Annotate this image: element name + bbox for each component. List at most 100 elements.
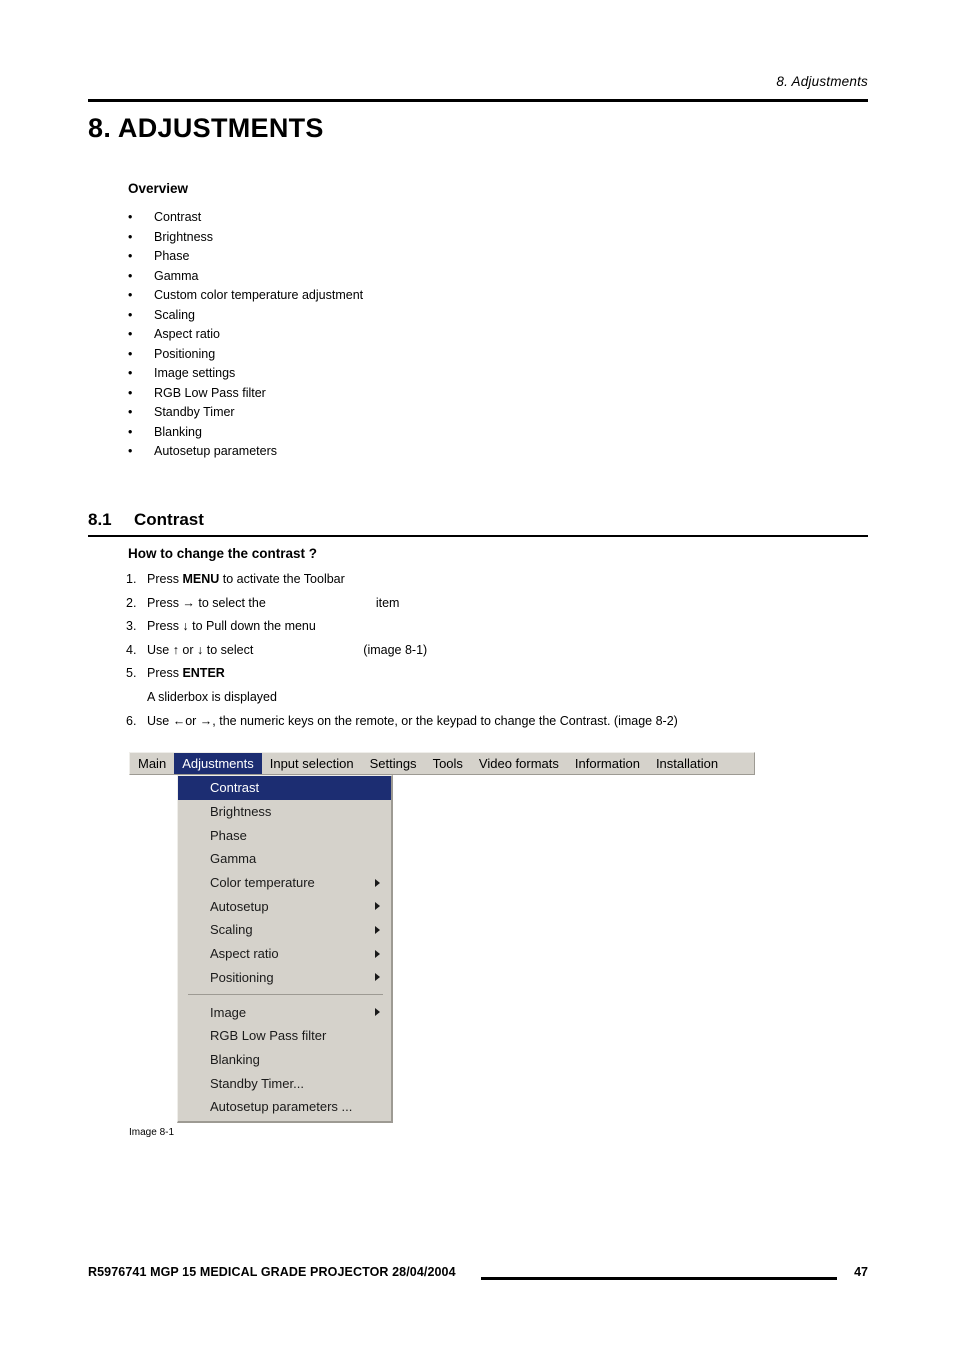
section-title: Contrast: [134, 510, 204, 529]
osd-menubar[interactable]: Main Adjustments Input selection Settings To…: [129, 752, 755, 775]
overview-list-item: • Scaling: [128, 308, 728, 328]
osd-menu-item-standby-timer[interactable]: Standby Timer...: [178, 1071, 391, 1095]
osd-menubar-item-video-formats[interactable]: Video formats: [471, 753, 567, 774]
step-text: Press ↓ to Pull down the menu: [147, 619, 316, 633]
submenu-arrow-icon: [375, 1008, 380, 1017]
overview-list-item: • RGB Low Pass filter: [128, 386, 728, 406]
procedure-step: 1. Press MENU to activate the Toolbar: [126, 572, 826, 596]
osd-menu-item-label: Scaling: [210, 922, 253, 938]
overview-list-item: • Standby Timer: [128, 405, 728, 425]
osd-screenshot-figure: Main Adjustments Input selection Settings To…: [129, 752, 755, 1123]
osd-menu-item-label: Standby Timer...: [210, 1075, 304, 1091]
osd-menu-separator: [188, 994, 383, 996]
overview-item-label: Aspect ratio: [154, 327, 221, 341]
overview-list-item: • Gamma: [128, 269, 728, 289]
overview-item-label: RGB Low Pass filter: [154, 385, 266, 400]
bullet-icon: •: [128, 229, 133, 244]
step-number: 4.: [126, 642, 137, 657]
overview-item-label: Blanking: [154, 424, 202, 439]
osd-adjustments-dropdown[interactable]: Contrast Brightness Phase Gamma Color temper…: [177, 775, 393, 1123]
osd-menu-item-label: Phase: [210, 827, 247, 843]
procedure-step: 4. Use ↑ or ↓ to select (image 8-1): [126, 643, 826, 667]
bullet-icon: •: [128, 327, 133, 341]
figure-caption: Image 8-1: [129, 1127, 175, 1138]
footer-doc-reference: R5976741 MGP 15 MEDICAL GRADE PROJECTOR …: [88, 1265, 456, 1279]
osd-menu-item-label: Aspect ratio: [210, 946, 279, 962]
bullet-icon: •: [128, 268, 133, 283]
submenu-arrow-icon: [375, 902, 380, 911]
step-text: Press ENTER: [147, 666, 225, 680]
osd-menu-item-label: RGB Low Pass filter: [210, 1028, 327, 1044]
overview-item-label: Autosetup parameters: [154, 444, 277, 458]
osd-menubar-item-installation[interactable]: Installation: [648, 753, 726, 774]
osd-menu-item-rgb-low-pass-filter[interactable]: RGB Low Pass filter: [178, 1024, 391, 1048]
overview-item-label: Standby Timer: [154, 405, 235, 419]
procedure-step-note: A sliderbox is displayed: [126, 690, 826, 714]
procedure-step: 5. Press ENTER: [126, 666, 826, 690]
step-text: Use ←or →, the numeric keys on the remot…: [147, 713, 678, 728]
osd-menu-item-blanking[interactable]: Blanking: [178, 1048, 391, 1072]
overview-item-label: Brightness: [154, 229, 214, 244]
osd-menu-item-positioning[interactable]: Positioning: [178, 966, 391, 990]
step-number: 3.: [126, 619, 137, 633]
bullet-icon: •: [128, 444, 133, 458]
overview-list-item: • Custom color temperature adjustment: [128, 288, 728, 308]
chapter-title: 8. ADJUSTMENTS: [88, 113, 324, 143]
overview-list: • Contrast • Brightness • Phase • Gamma • Custom …: [128, 210, 728, 464]
osd-menubar-item-adjustments[interactable]: Adjustments: [174, 753, 262, 774]
step-text: Press MENU to activate the Toolbar: [147, 572, 345, 586]
osd-menu-item-label: Brightness: [210, 804, 272, 820]
osd-menu-item-contrast[interactable]: Contrast: [178, 776, 391, 800]
bullet-icon: •: [128, 385, 133, 400]
osd-menubar-item-information[interactable]: Information: [567, 753, 648, 774]
step-text-suffix: (image 8-1): [363, 642, 428, 657]
overview-item-label: Positioning: [154, 346, 216, 361]
step-key-label: ENTER: [182, 666, 225, 680]
osd-menubar-item-main[interactable]: Main: [130, 753, 174, 774]
osd-menubar-item-input-selection[interactable]: Input selection: [262, 753, 362, 774]
osd-menu-item-brightness[interactable]: Brightness: [178, 800, 391, 824]
osd-menu-item-autosetup[interactable]: Autosetup: [178, 894, 391, 918]
overview-list-item: • Aspect ratio: [128, 327, 728, 347]
step-number: 2.: [126, 595, 137, 610]
osd-menu-item-autosetup-parameters[interactable]: Autosetup parameters ...: [178, 1095, 391, 1119]
osd-menu-item-phase[interactable]: Phase: [178, 823, 391, 847]
osd-menu-item-scaling[interactable]: Scaling: [178, 918, 391, 942]
osd-menu-item-gamma[interactable]: Gamma: [178, 847, 391, 871]
overview-item-label: Scaling: [154, 307, 195, 322]
osd-menu-item-label: Autosetup: [210, 898, 269, 914]
osd-menu-item-label: Positioning: [210, 969, 274, 985]
bullet-icon: •: [128, 249, 133, 263]
step-text-suffix: to activate the Toolbar: [219, 572, 345, 586]
footer-rule: [481, 1277, 837, 1280]
overview-list-item: • Blanking: [128, 425, 728, 445]
bullet-icon: •: [128, 424, 133, 439]
overview-list-item: • Contrast: [128, 210, 728, 230]
osd-menu-item-image[interactable]: Image: [178, 1000, 391, 1024]
step-text: Use ↑ or ↓ to select (image 8-1): [147, 643, 427, 657]
osd-menubar-item-tools[interactable]: Tools: [425, 753, 471, 774]
step-text-prefix: Press ↓ to Pull down the menu: [147, 619, 316, 633]
submenu-arrow-icon: [375, 973, 380, 982]
overview-list-item: • Positioning: [128, 347, 728, 367]
osd-menubar-item-settings[interactable]: Settings: [362, 753, 425, 774]
bullet-icon: •: [128, 288, 133, 302]
step-text-prefix: Press → to select the: [147, 595, 266, 610]
submenu-arrow-icon: [375, 949, 380, 958]
osd-menu-item-label: Image: [210, 1004, 247, 1020]
osd-menu-item-color-temperature[interactable]: Color temperature: [178, 871, 391, 895]
overview-list-item: • Autosetup parameters: [128, 444, 728, 464]
submenu-arrow-icon: [375, 925, 380, 934]
procedure-step: 3. Press ↓ to Pull down the menu: [126, 619, 826, 643]
overview-item-label: Custom color temperature adjustment: [154, 288, 364, 302]
section-rule: [88, 535, 868, 537]
overview-list-item: • Image settings: [128, 366, 728, 386]
osd-menu-item-aspect-ratio[interactable]: Aspect ratio: [178, 942, 391, 966]
overview-list-item: • Brightness: [128, 230, 728, 250]
header-rule: [88, 99, 868, 102]
running-header: 8. Adjustments: [776, 74, 868, 89]
overview-item-label: Contrast: [154, 210, 202, 224]
osd-menu-item-label: Blanking: [210, 1051, 260, 1067]
overview-item-label: Gamma: [154, 268, 199, 283]
osd-menu-item-label: Gamma: [210, 851, 257, 867]
